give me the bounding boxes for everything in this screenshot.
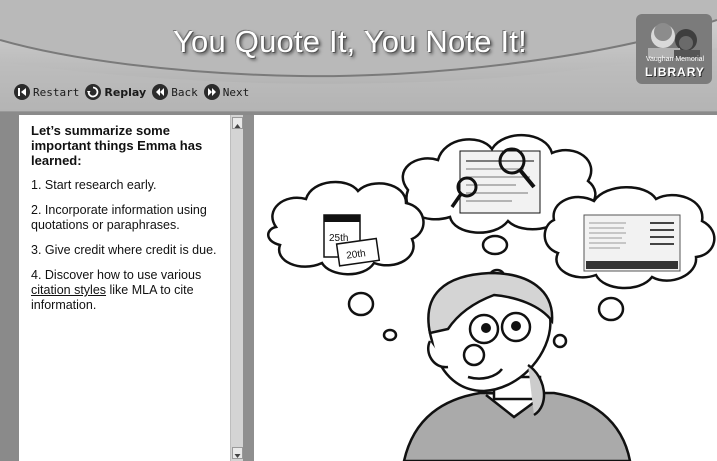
restart-button[interactable]: Restart — [14, 84, 79, 100]
emma-character — [402, 271, 632, 461]
back-icon — [152, 84, 169, 100]
back-button[interactable]: Back — [152, 84, 198, 100]
nav-bar: Restart Replay Back Next — [14, 83, 249, 101]
summary-item-1: 1. Start research early. — [31, 178, 157, 192]
citation-styles-link[interactable]: citation styles — [31, 283, 106, 297]
back-label: Back — [171, 85, 198, 99]
logo-small-text: Vaughan Memorial — [645, 56, 705, 63]
next-label: Next — [222, 85, 250, 99]
document-magnifier-image — [450, 147, 541, 214]
restart-label: Restart — [33, 85, 80, 99]
summary-text: Let’s summarize some important things Em… — [31, 123, 226, 323]
summary-panel: Let’s summarize some important things Em… — [19, 115, 230, 461]
summary-heading: Let’s summarize some important things Em… — [31, 123, 203, 168]
replay-button[interactable]: Replay — [85, 84, 146, 100]
document-page-image — [583, 214, 681, 272]
logo-big-text: LIBRARY — [645, 65, 705, 79]
next-icon — [203, 84, 220, 100]
summary-item-4-before: 4. Discover how to use various — [31, 268, 202, 282]
next-button[interactable]: Next — [203, 84, 250, 100]
summary-scrollbar[interactable] — [230, 115, 243, 461]
replay-icon — [85, 84, 102, 100]
scroll-down-arrow[interactable] — [232, 447, 243, 459]
illustration-panel: 25th 20th — [254, 115, 717, 461]
scroll-up-arrow[interactable] — [232, 117, 243, 129]
thinking-character-illustration: 25th 20th — [267, 134, 716, 461]
summary-item-3: 3. Give credit where credit is due. — [31, 243, 217, 257]
panel-divider — [243, 115, 254, 461]
summary-item-4: 4. Discover how to use various citation … — [31, 268, 226, 313]
page-title: You Quote It, You Note It! — [173, 24, 527, 59]
summary-item-2: 2. Incorporate information using quotati… — [31, 203, 207, 232]
library-logo[interactable]: Vaughan Memorial LIBRARY — [636, 14, 712, 84]
replay-label: Replay — [104, 85, 147, 99]
restart-icon — [14, 84, 30, 100]
header: You Quote It, You Note It! Vaughan Memor… — [0, 0, 717, 112]
